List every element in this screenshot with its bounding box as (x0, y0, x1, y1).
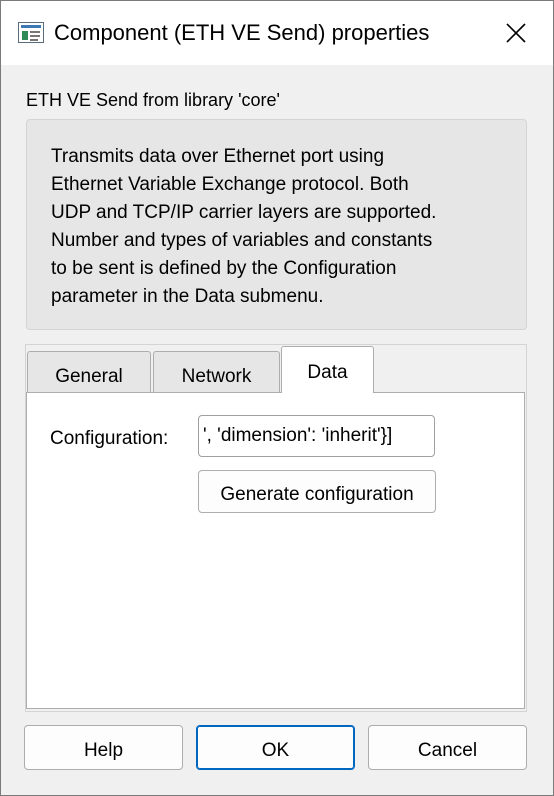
close-button[interactable] (491, 11, 541, 55)
ok-button-label: OK (261, 740, 290, 761)
configuration-value: ', 'dimension': 'inherit'}] (203, 425, 393, 446)
help-button[interactable]: Help (24, 725, 183, 770)
description-line: Number and types of variables and consta… (51, 230, 433, 251)
tab-network[interactable]: Network (153, 351, 280, 393)
cancel-button-label: Cancel (417, 740, 478, 761)
description-line: Ethernet Variable Exchange protocol. Bot… (51, 174, 409, 195)
tab-general-label: General (55, 366, 123, 387)
tab-data[interactable]: Data (281, 346, 374, 393)
title-bar[interactable]: Component (ETH VE Send) properties (1, 1, 553, 65)
tab-network-label: Network (181, 366, 252, 387)
window-title: Component (ETH VE Send) properties (54, 20, 430, 45)
tab-data-label: Data (307, 362, 348, 383)
close-icon (506, 23, 526, 43)
configuration-label: Configuration: (50, 428, 169, 449)
help-button-label: Help (83, 740, 124, 761)
cancel-button[interactable]: Cancel (368, 725, 527, 770)
description-line: to be sent is defined by the Configurati… (51, 258, 397, 279)
description-line: Transmits data over Ethernet port using (51, 146, 385, 167)
tab-general[interactable]: General (27, 351, 151, 393)
generate-configuration-label: Generate configuration (220, 484, 414, 505)
description-line: parameter in the Data submenu. (51, 286, 324, 307)
library-label: ETH VE Send from library 'core' (26, 90, 280, 110)
description-line: UDP and TCP/IP carrier layers are suppor… (51, 202, 437, 223)
ok-button[interactable]: OK (196, 725, 355, 770)
description-box: Transmits data over Ethernet port using … (26, 119, 527, 330)
configuration-input[interactable]: ', 'dimension': 'inherit'}] (198, 415, 435, 457)
component-properties-icon (18, 22, 44, 43)
generate-configuration-button[interactable]: Generate configuration (198, 470, 436, 513)
